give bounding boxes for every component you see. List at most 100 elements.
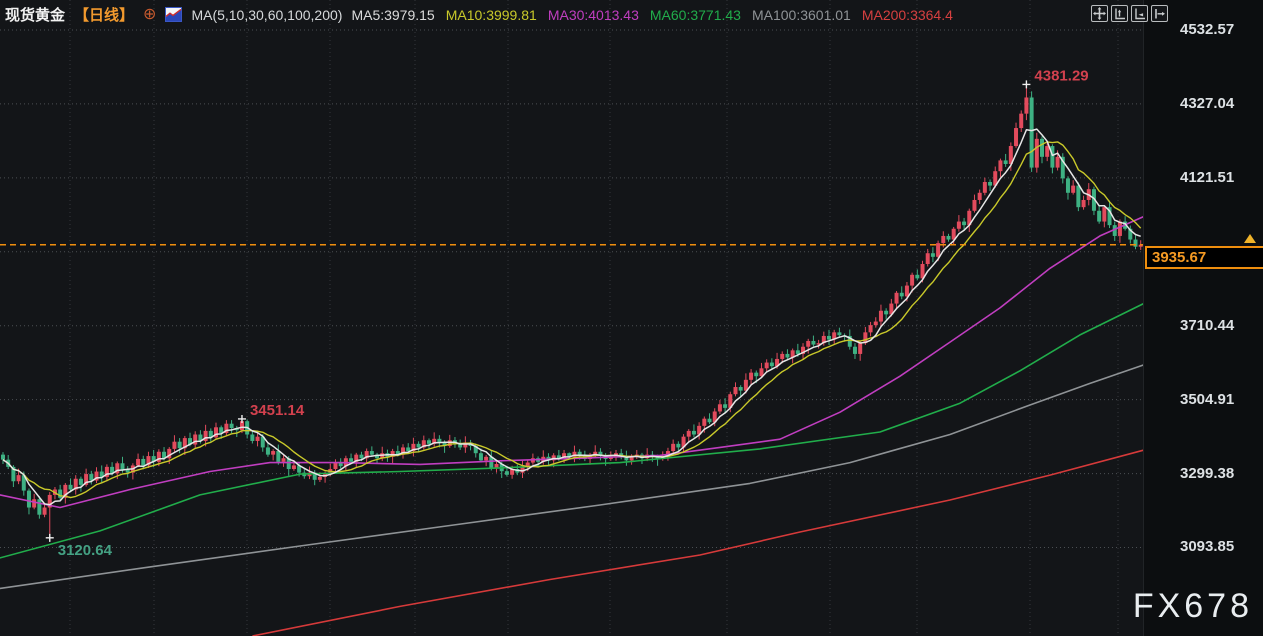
candle-up [671,443,676,452]
candle-up [858,343,863,354]
ma-line-ma30 [0,216,1144,509]
price-tick-label: 3299.38 [1180,464,1235,482]
shift-right-button[interactable] [1151,5,1168,22]
candle-up [998,160,1003,172]
candle-up [1014,128,1019,147]
candle-down [795,350,800,354]
candle-up [1055,156,1060,168]
price-tick-label: 3093.85 [1180,538,1235,556]
candle-up [291,465,296,470]
candle-up [936,243,941,257]
extreme-marker [1022,80,1031,89]
candle-up [1045,146,1050,157]
candle-down [478,453,483,461]
candle-up [910,274,915,286]
candle-up [806,340,811,347]
candle-down [707,418,712,423]
price-annotation: 4381.29 [1034,67,1088,84]
candle-down [426,440,431,444]
candle-down [962,221,967,226]
candle-up [281,458,286,462]
candle-down [141,458,146,466]
candle-down [1040,138,1044,157]
candle-up [764,362,769,369]
kline-chart-icon[interactable] [165,7,183,22]
candle-up [982,181,987,193]
price-tick-label: 4121.51 [1180,168,1235,186]
y-axis-scale-icon [1115,8,1125,20]
candle-down [930,253,935,257]
candle-down [837,332,842,336]
shift-right-icon [1155,9,1165,19]
extreme-marker [237,414,246,423]
candle-down [416,443,421,448]
candle-up [172,441,177,449]
candle-down [754,372,759,377]
candle-down [250,434,255,441]
price-tick-label: 3504.91 [1180,390,1235,408]
candle-up [484,456,489,461]
candle-down [504,471,509,475]
candle-up [733,387,738,395]
candle-down [811,340,816,345]
candle-down [723,404,728,408]
candle-down [406,447,411,452]
candle-up [136,458,141,466]
candle-down [68,484,73,490]
candle-up [271,451,276,455]
candle-down [785,353,790,358]
candle-down [899,292,904,297]
candle-up [1102,207,1107,222]
candle-down [852,346,857,354]
price-tick-label: 4532.57 [1180,21,1235,38]
ma-value-label: MA30:4013.43 [547,6,639,23]
price-annotation: 3120.64 [58,542,113,559]
candle-down [827,335,832,340]
candle-down [1,454,5,460]
ma-line-ma100 [0,364,1144,590]
ma-values: MA5:3979.15 MA10:3999.81 MA30:4013.43 MA60:… [351,7,952,23]
y-axis-scale-button[interactable] [1111,5,1128,22]
candle-up [894,292,899,304]
price-up-arrow-icon [1244,233,1256,243]
globe-icon[interactable]: ⊕ [143,6,156,23]
x-axis-scale-button[interactable] [1131,5,1148,22]
candle-down [120,463,125,470]
candle-up [42,507,47,515]
watermark: FX678 [1132,587,1253,625]
candle-down [946,235,951,240]
symbol-title: 现货黄金 [5,7,66,24]
price-tick-label: 4327.04 [1180,94,1235,112]
candle-up [956,221,961,229]
chart-toolbar [1091,5,1168,22]
candle-down [276,451,281,462]
x-axis-scale-icon [1135,8,1145,20]
candle-down [26,490,31,508]
candle-up [972,199,977,211]
candle-down [884,310,889,315]
candle-up [494,463,499,468]
candle-down [1003,160,1008,165]
candle-up [317,476,322,480]
candle-up [941,235,946,244]
candle-down [78,478,83,485]
candlestick-chart[interactable]: 4381.29 3451.14 3120.64 [0,0,1263,636]
price-axis[interactable]: 4532.57 4327.04 4121.51 3710.44 3504.91 3299.… [1143,0,1263,636]
candle-up [1117,221,1122,236]
candle-down [37,499,42,515]
candle-down [988,181,993,186]
candle-down [177,441,182,449]
candle-up [333,462,338,470]
candle-down [1050,146,1055,168]
candle-up [702,418,707,426]
ma-line-ma60 [0,303,1144,559]
ma-value-label: MA5:3979.15 [351,6,435,23]
pan-crosshair-button[interactable] [1091,5,1108,22]
pan-crosshair-icon [1093,7,1106,20]
candle-up [749,372,754,380]
price-tick-label: 3710.44 [1180,316,1235,334]
candle-up [1034,138,1039,168]
ma-value-label: MA10:3999.81 [445,6,537,23]
candle-down [265,447,270,455]
candle-up [32,499,37,508]
